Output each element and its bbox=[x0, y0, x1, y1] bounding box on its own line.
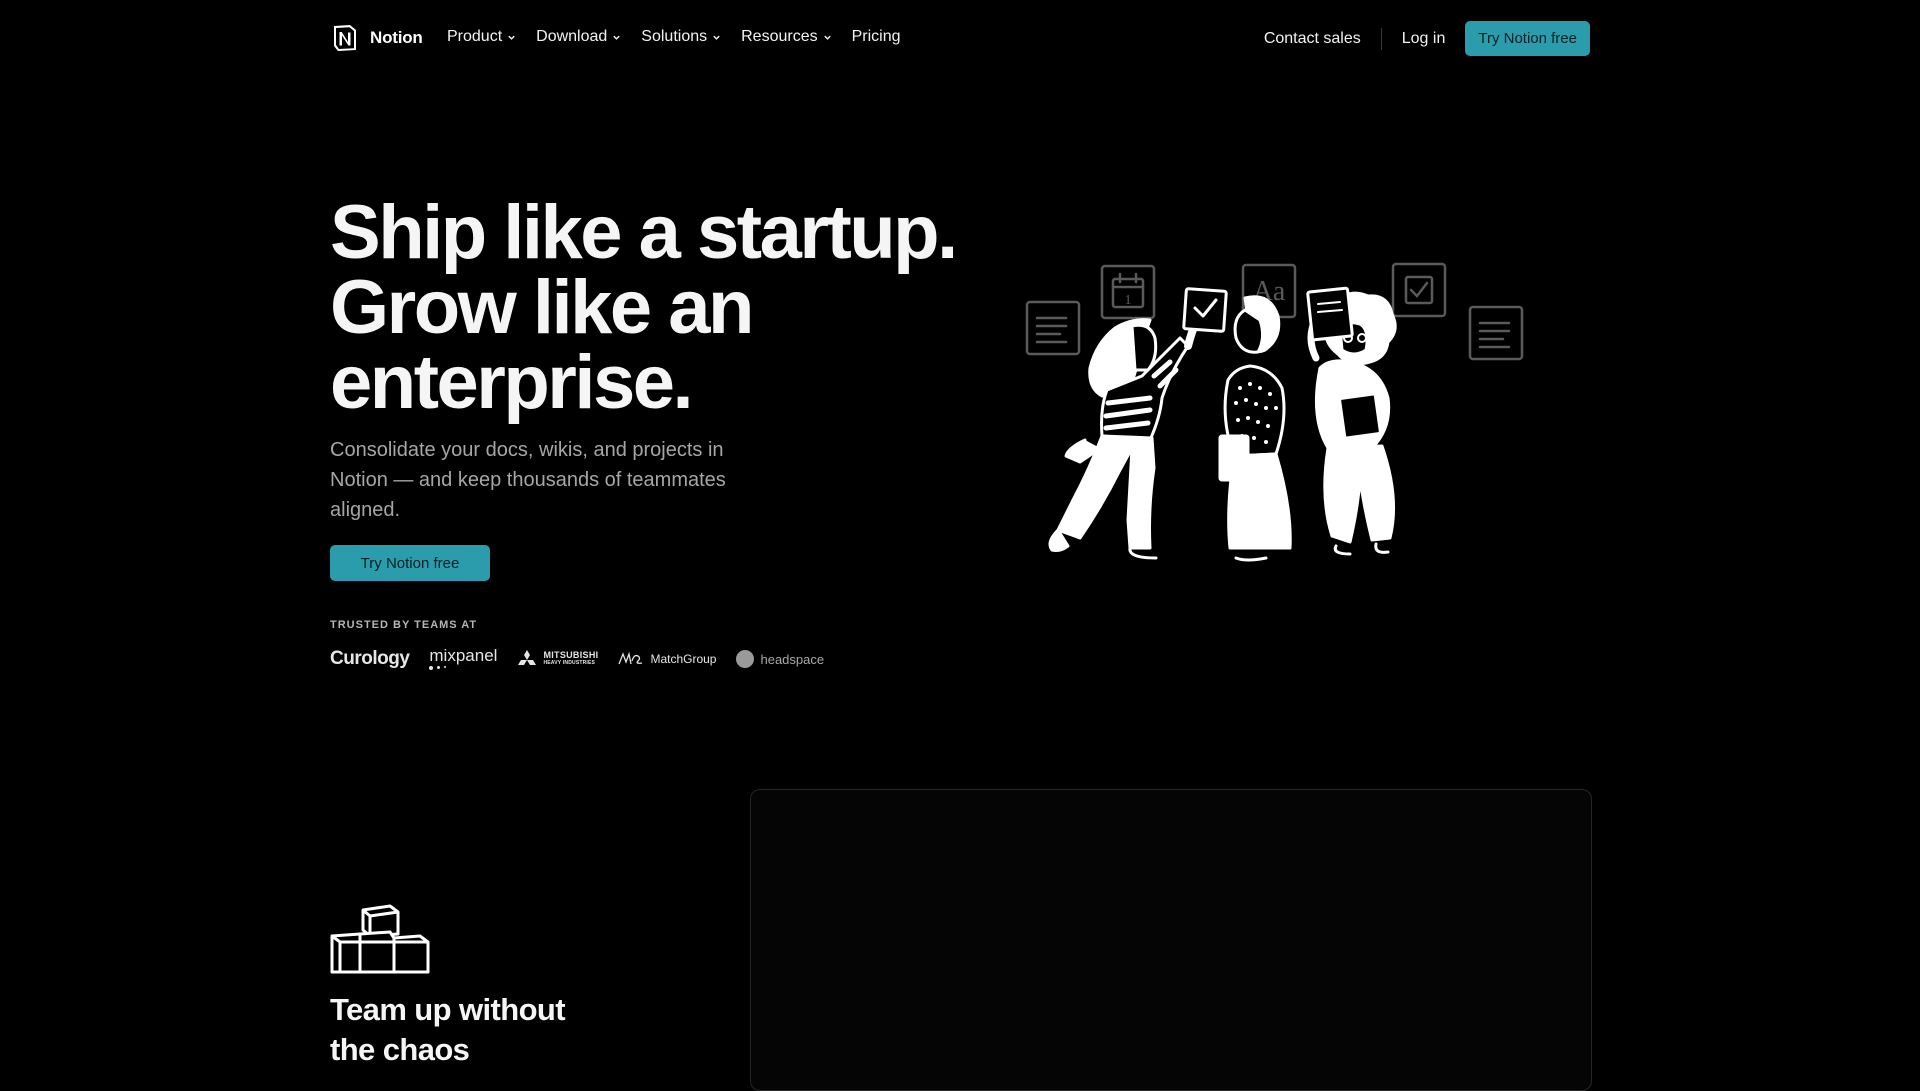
section-title: Team up without the chaos bbox=[330, 990, 566, 1070]
mixpanel-dots-icon bbox=[429, 666, 447, 670]
document-card-icon bbox=[1468, 305, 1524, 361]
matchgroup-mark-icon bbox=[618, 652, 643, 665]
curology-logo: Curology bbox=[330, 648, 410, 669]
mitsubishi-logo-subtext: HEAVY INDUSTRIES bbox=[543, 660, 596, 666]
chevron-down-icon bbox=[713, 35, 720, 40]
hero-title-line-3: enterprise. bbox=[330, 340, 694, 425]
customer-logos: Curology mixpanel MITSUBISHI HEAVY INDUS… bbox=[330, 645, 824, 673]
product-demo-panel bbox=[750, 789, 1592, 1091]
chevron-down-icon bbox=[823, 35, 831, 40]
menu-download-label: Download bbox=[536, 28, 608, 45]
document-card-icon bbox=[1025, 300, 1081, 356]
log-in-link[interactable]: Log in bbox=[1402, 30, 1446, 48]
menu-product[interactable]: Product bbox=[447, 28, 516, 46]
calendar-card-day: 1 bbox=[1125, 293, 1132, 308]
hero-title-line-2: Grow like an bbox=[330, 265, 754, 350]
hero-illustration: 1 Aa bbox=[1025, 262, 1524, 562]
hero-title: Ship like a startup. Grow like an enterp… bbox=[330, 190, 958, 425]
nav-divider bbox=[1380, 27, 1382, 50]
hero-subtitle: Consolidate your docs, wikis, and projec… bbox=[330, 439, 726, 521]
menu-resources[interactable]: Resources bbox=[741, 28, 831, 46]
hero-title-line-1: Ship like a startup. bbox=[330, 190, 958, 275]
menu-product-label: Product bbox=[447, 28, 503, 45]
menu-pricing-label: Pricing bbox=[851, 28, 901, 45]
three-diamonds-icon bbox=[518, 650, 537, 665]
menu-resources-label: Resources bbox=[741, 28, 818, 45]
matchgroup-logo: MatchGroup bbox=[618, 652, 716, 666]
chevron-down-icon bbox=[613, 35, 621, 40]
person-left-figure bbox=[1048, 287, 1228, 560]
cubes-icon bbox=[330, 904, 430, 974]
section-title-line-1: Team up without bbox=[330, 992, 566, 1027]
contact-sales-link[interactable]: Contact sales bbox=[1264, 30, 1361, 48]
try-notion-free-hero-button[interactable]: Try Notion free bbox=[330, 545, 490, 581]
main-menu: Product Download Solutions Resources Pri… bbox=[447, 28, 921, 46]
brand-name: Notion bbox=[370, 28, 423, 47]
mitsubishi-logo: MITSUBISHI HEAVY INDUSTRIES bbox=[517, 650, 598, 668]
checkbox-card-icon bbox=[1391, 262, 1447, 318]
menu-solutions[interactable]: Solutions bbox=[641, 28, 721, 46]
trusted-by-label: TRUSTED BY TEAMS AT bbox=[330, 619, 478, 631]
person-middle-figure bbox=[1218, 295, 1292, 562]
menu-download[interactable]: Download bbox=[536, 28, 621, 46]
headspace-logo: headspace bbox=[736, 650, 824, 668]
person-right-figure bbox=[1306, 286, 1397, 556]
mixpanel-logo-text: mixpanel bbox=[429, 646, 498, 665]
menu-solutions-label: Solutions bbox=[641, 28, 708, 45]
notion-logo-icon bbox=[334, 25, 356, 51]
chevron-down-icon bbox=[508, 35, 515, 40]
try-notion-free-nav-button[interactable]: Try Notion free bbox=[1465, 21, 1590, 56]
headspace-logo-text: headspace bbox=[760, 651, 825, 667]
top-nav: Notion Product Download Solutions Resour… bbox=[0, 0, 1920, 78]
calendar-card-icon bbox=[1100, 264, 1156, 320]
matchgroup-logo-text: MatchGroup bbox=[650, 652, 717, 666]
notion-logo-link[interactable]: Notion bbox=[330, 23, 423, 53]
headspace-dot-icon bbox=[736, 650, 755, 668]
menu-pricing[interactable]: Pricing bbox=[852, 28, 901, 46]
section-title-line-2: the chaos bbox=[330, 1032, 470, 1067]
mixpanel-logo: mixpanel bbox=[429, 646, 498, 670]
nav-actions: Contact sales Log in Try Notion free bbox=[1264, 21, 1590, 56]
